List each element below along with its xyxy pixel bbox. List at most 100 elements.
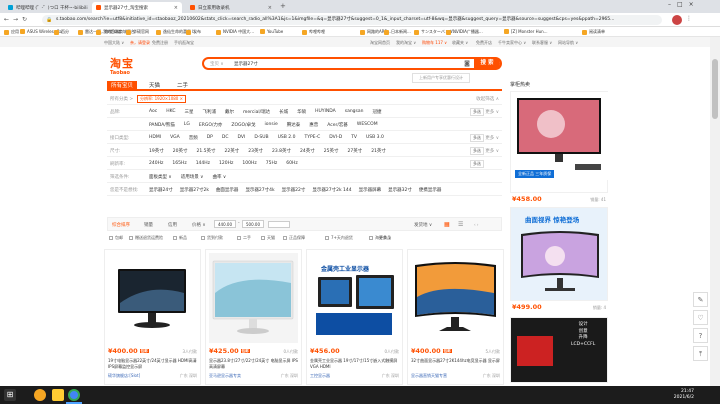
filter-checkbox[interactable]: 赠送退货运费险 [129, 235, 163, 241]
checkbox[interactable] [261, 236, 265, 240]
more-options-button[interactable]: 更多 ∨ [485, 148, 499, 154]
filter-option[interactable]: mercial/瑞达 [243, 109, 270, 115]
filter-option[interactable]: ZOGO/卓戈 [231, 122, 255, 128]
filter-option[interactable]: HKC [166, 109, 175, 115]
filter-option[interactable]: 冠捷 [372, 109, 381, 115]
filter-checkbox[interactable]: 7+天内退货 [325, 235, 353, 241]
product-card[interactable]: ¥425.00 包邮 0人付款 显示器23.8寸/27寸/22寸/24英寸 电脑显… [205, 249, 302, 385]
filter-option[interactable]: PANDA/熊猫 [149, 122, 175, 128]
product-title[interactable]: 显示器23.8寸/27寸/22寸/24英寸 电脑显示屏 IPS高清屏幕 [209, 358, 298, 369]
filter-option[interactable]: 华硕 [297, 109, 306, 115]
filter-option[interactable]: 曲面显示器 [216, 187, 239, 193]
filter-option[interactable]: Acer/宏碁 [327, 122, 348, 128]
tab-hitachi[interactable]: 日立家用收录机 × [186, 2, 276, 13]
checkbox[interactable] [369, 236, 373, 240]
topnav-link[interactable]: 中国大陆 ∨ [104, 40, 124, 46]
multi-select-button[interactable]: 多选 [470, 108, 484, 116]
product-title[interactable]: 32寸曲面显示器27寸2K144hz电竞显示器 显示屏 [411, 358, 500, 369]
filter-option[interactable]: 165Hz [172, 161, 186, 166]
start-icon[interactable]: ⊞ [4, 389, 16, 401]
filter-option[interactable]: HUYINDA [315, 109, 336, 115]
help-icon[interactable]: ? [693, 328, 708, 343]
shop-link[interactable]: 显示器直销天猫专营 [411, 373, 447, 379]
product-card[interactable]: 金属壳工业显示器 ¥456.00 0人付款 金属壳工业显示器 19寸/17寸/1… [306, 249, 403, 385]
profile-avatar[interactable] [672, 15, 682, 25]
product-title[interactable]: 19寸电脑显示器22英寸/24英寸显示器 HDMI高清IPS屏幕监控显示屏 [108, 358, 197, 369]
filter-checkbox[interactable]: 二手 [237, 235, 251, 241]
scrollbar-thumb[interactable] [712, 59, 718, 119]
filter-option[interactable]: 20英寸 [173, 148, 188, 154]
bookmark-item[interactable]: NVIDIA广播器... [446, 29, 483, 35]
multi-select-button[interactable]: 多选 [470, 134, 484, 142]
page-scrollbar[interactable] [710, 37, 720, 386]
filter-option[interactable]: DVI-D [329, 135, 342, 141]
filter-option[interactable]: 60Hz [286, 161, 297, 166]
filter-option[interactable]: TYPE-C [304, 135, 320, 141]
topnav-link[interactable]: 手机逛淘宝 [174, 40, 194, 46]
sort-sales[interactable]: 销量 [144, 222, 153, 228]
search-button[interactable]: 搜 索 [474, 57, 500, 70]
sort-credit[interactable]: 信用 [168, 222, 177, 228]
location-select[interactable]: 发货地 ∨ [414, 222, 432, 228]
rail-item[interactable]: 设计 创意 升降 LCD+CCFL [510, 317, 608, 383]
filter-option[interactable]: 显示器27寸4k [245, 187, 274, 193]
multi-select-button[interactable]: 多选 [470, 160, 484, 168]
url-field[interactable]: 🔒 s.taobao.com/search?ie=utf8&initiative… [42, 15, 662, 25]
filter-option[interactable]: 27英寸 [347, 148, 362, 154]
filter-option[interactable]: 三星 [184, 109, 193, 115]
filter-option[interactable]: TV [351, 135, 357, 141]
filter-option[interactable]: 显示器27寸2k 144 [312, 187, 351, 193]
filter-option[interactable]: DP [207, 135, 213, 141]
filter-option[interactable]: 24英寸 [300, 148, 315, 154]
product-card[interactable]: ¥400.00 包邮 3人付款 19寸电脑显示器22英寸/24英寸显示器 HDMI… [104, 249, 201, 385]
topnav-link[interactable]: 购物车 117 ∨ [422, 40, 447, 46]
product-title[interactable]: 金属壳工业显示器 19寸/17寸/15寸嵌入式触摸屏 VGA HDMI [310, 358, 399, 369]
checkbox[interactable] [129, 236, 133, 240]
filter-option[interactable]: USB 3.0 [366, 135, 384, 141]
multi-select-button[interactable]: 多选 [470, 147, 484, 155]
checkbox[interactable] [201, 236, 205, 240]
tab-bilibili[interactable]: 哔哩哔哩 (゜-゜)つロ 干杯~-bilibili × [4, 2, 88, 13]
close-tab-icon[interactable]: × [268, 5, 272, 11]
filter-option[interactable]: DC [222, 135, 229, 141]
filter-option[interactable]: 惠普 [309, 122, 318, 128]
nav-buttons[interactable]: ←→↻ [4, 16, 31, 23]
filter-option[interactable]: Aoc [149, 109, 157, 115]
sort-price[interactable]: 价格 ∨ [192, 222, 206, 228]
filter-checkbox[interactable]: 正品保障 [283, 235, 305, 241]
tab-second-hand[interactable]: 二手 [173, 81, 192, 91]
more-checks-button[interactable]: 更多 ∨ [379, 235, 391, 241]
new-tab-icon[interactable]: + [280, 2, 286, 10]
filter-option[interactable]: ionsie [265, 122, 278, 128]
filter-option[interactable]: ERGO/力亦 [199, 122, 223, 128]
filter-option[interactable]: 21.5英寸 [196, 148, 215, 154]
filter-option[interactable]: 144Hz [196, 161, 210, 166]
shop-link[interactable]: 亚马逊显示器专卖 [209, 373, 241, 379]
checkbox[interactable] [237, 236, 241, 240]
filter-option[interactable]: sangsan [345, 109, 364, 115]
filter-option[interactable]: LG [184, 122, 190, 128]
price-confirm-button[interactable] [268, 221, 290, 228]
shop-link[interactable]: 工控显示器 [310, 373, 330, 379]
bookmark-item[interactable]: 华硕官网 [126, 29, 149, 35]
filter-option[interactable]: 腾达泰 [287, 122, 301, 128]
more-options-button[interactable]: 更多 ∨ [485, 135, 499, 141]
filter-checkbox[interactable]: 包邮 [109, 235, 123, 241]
filter-option[interactable]: 便携显示器 [419, 187, 442, 193]
filter-option[interactable]: 适用场景 ∨ [181, 174, 204, 180]
filter-option[interactable]: 23.8英寸 [272, 148, 291, 154]
filter-option[interactable]: 240Hz [149, 161, 163, 166]
search-category-select[interactable]: 宝贝 ∨ [210, 61, 224, 67]
topnav-link[interactable]: 亲，请登录 [130, 40, 150, 46]
filter-option[interactable]: 曲率 ∨ [212, 174, 226, 180]
camera-icon[interactable]: ◙ [464, 60, 470, 67]
chrome-icon[interactable] [68, 389, 80, 401]
filter-option[interactable]: 19英寸 [149, 148, 164, 154]
checkbox[interactable] [325, 236, 329, 240]
menu-icon[interactable]: ⋮ [686, 15, 692, 22]
checkbox[interactable] [173, 236, 177, 240]
filter-option[interactable]: 长城 [279, 109, 288, 115]
selected-filter-chip[interactable]: 分辨率: 1920×1080 × [137, 95, 186, 103]
topnav-link[interactable]: 免费开店 [476, 40, 492, 46]
filter-option[interactable]: 显示器屏幕 [359, 187, 382, 193]
